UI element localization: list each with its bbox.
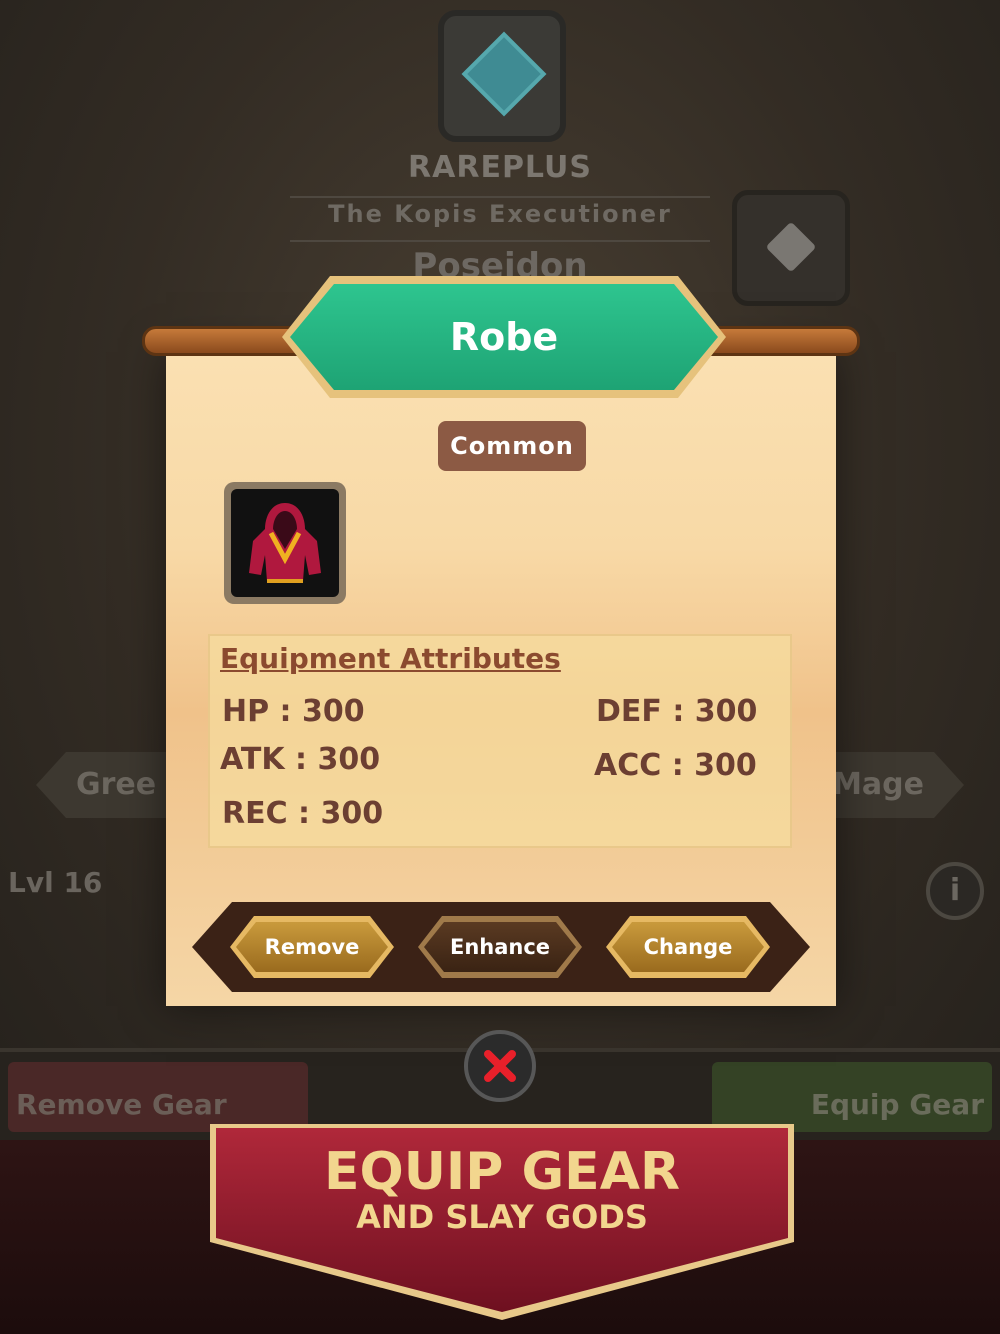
- gem-icon: [765, 221, 817, 273]
- attr-def: DEF : 300: [596, 694, 758, 729]
- close-button[interactable]: [464, 1030, 536, 1102]
- level-label: Lvl 16: [8, 866, 103, 899]
- divider: [290, 240, 710, 242]
- rarity-badge: Common: [438, 421, 586, 471]
- attributes-title: Equipment Attributes: [220, 642, 561, 675]
- attr-acc: ACC : 300: [594, 748, 757, 783]
- gear-item-name: The Kopis Executioner: [328, 200, 672, 228]
- change-button[interactable]: Change: [606, 916, 770, 978]
- equip-gear-button[interactable]: Equip Gear: [712, 1062, 992, 1132]
- promo-subheadline: AND SLAY GODS: [356, 1198, 648, 1236]
- remove-button-label: Remove: [236, 922, 388, 972]
- remove-gear-button[interactable]: Remove Gear: [8, 1062, 308, 1132]
- info-icon[interactable]: i: [926, 862, 984, 920]
- attr-atk: ATK : 300: [220, 742, 381, 777]
- remove-button[interactable]: Remove: [230, 916, 394, 978]
- enhance-button-label: Enhance: [424, 922, 576, 972]
- main-gear-slot: [438, 10, 566, 142]
- attributes-box: Equipment Attributes HP : 300 ATK : 300 …: [208, 634, 792, 848]
- close-icon: [484, 1050, 516, 1082]
- divider: [290, 196, 710, 198]
- diamond-gem-icon: [461, 31, 547, 117]
- gear-rarity-label: RAREPLUS: [408, 150, 592, 185]
- item-title: Robe: [449, 315, 559, 359]
- enhance-button[interactable]: Enhance: [418, 916, 582, 978]
- attr-hp: HP : 300: [222, 694, 365, 729]
- robe-icon: [249, 503, 321, 583]
- promo-headline: EQUIP GEAR: [323, 1142, 680, 1202]
- item-slot: [224, 482, 346, 604]
- title-banner: Robe: [282, 276, 726, 398]
- side-gear-slot[interactable]: [732, 190, 850, 306]
- attr-rec: REC : 300: [222, 796, 384, 831]
- change-button-label: Change: [612, 922, 764, 972]
